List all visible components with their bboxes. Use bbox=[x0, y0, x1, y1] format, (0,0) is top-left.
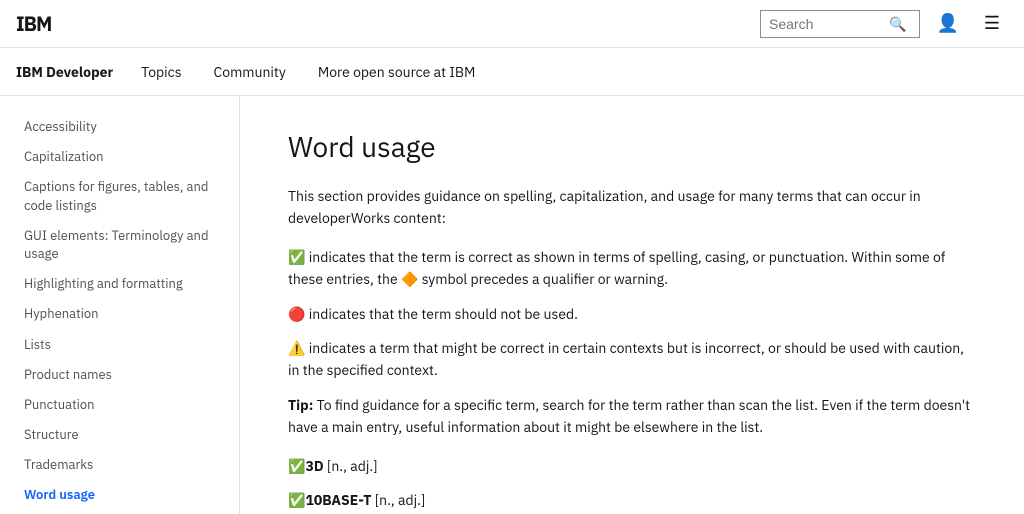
nav-item-opensource[interactable]: More open source at IBM bbox=[314, 63, 480, 81]
sidebar-item-lists[interactable]: Lists bbox=[0, 330, 239, 360]
user-icon-button[interactable]: 👤 bbox=[932, 8, 964, 40]
legend-item-red: 🔴 indicates that the term should not be … bbox=[288, 303, 976, 325]
legend-red-text: indicates that the term should not be us… bbox=[309, 305, 578, 323]
red-icon: 🔴 bbox=[288, 305, 305, 323]
menu-icon-button[interactable]: ☰ bbox=[976, 8, 1008, 40]
sidebar-item-trademarks[interactable]: Trademarks bbox=[0, 450, 239, 480]
entry-10baset: ✅10BASE-T [n., adj.] Use a hyphen when a… bbox=[288, 489, 976, 514]
entry-check-icon-2: ✅ bbox=[288, 491, 305, 509]
legend-warn-text: indicates a term that might be correct i… bbox=[288, 339, 964, 379]
warn-icon: ⚠️ bbox=[288, 339, 305, 357]
sidebar-item-word-usage[interactable]: Word usage bbox=[0, 480, 239, 510]
tip-block: Tip: To find guidance for a specific ter… bbox=[288, 394, 976, 439]
hamburger-icon: ☰ bbox=[984, 13, 1000, 34]
search-icon: 🔍 bbox=[889, 15, 906, 33]
nav-item-topics[interactable]: Topics bbox=[137, 63, 185, 81]
legend-item-check: ✅ indicates that the term is correct as … bbox=[288, 246, 976, 291]
sidebar-item-resources[interactable]: Resources bbox=[0, 511, 239, 514]
legend-item-warn: ⚠️ indicates a term that might be correc… bbox=[288, 337, 976, 382]
sidebar: Accessibility Capitalization Captions fo… bbox=[0, 96, 240, 514]
sidebar-item-captions[interactable]: Captions for figures, tables, and code l… bbox=[0, 172, 239, 220]
search-input[interactable] bbox=[769, 16, 889, 32]
top-bar-left: IBM bbox=[16, 10, 63, 37]
sidebar-item-gui[interactable]: GUI elements: Terminology and usage bbox=[0, 221, 239, 269]
intro-text: This section provides guidance on spelli… bbox=[288, 185, 976, 230]
entry-descriptor-10baset: [n., adj.] bbox=[375, 491, 426, 509]
sidebar-item-structure[interactable]: Structure bbox=[0, 420, 239, 450]
entry-descriptor-3d: [n., adj.] bbox=[327, 457, 378, 475]
nav-item-community[interactable]: Community bbox=[210, 63, 290, 81]
entry-3d: ✅3D [n., adj.] bbox=[288, 455, 976, 477]
main-content: Word usage This section provides guidanc… bbox=[240, 96, 1024, 514]
nav-bar: IBM Developer Topics Community More open… bbox=[0, 48, 1024, 96]
entry-term-3d: 3D bbox=[305, 457, 323, 475]
sidebar-item-punctuation[interactable]: Punctuation bbox=[0, 390, 239, 420]
sidebar-item-accessibility[interactable]: Accessibility bbox=[0, 112, 239, 142]
ibm-logo: IBM bbox=[16, 10, 51, 37]
check-icon: ✅ bbox=[288, 248, 305, 266]
top-bar-right: 🔍 👤 ☰ bbox=[760, 8, 1008, 40]
nav-brand[interactable]: IBM Developer bbox=[16, 63, 113, 81]
page-title: Word usage bbox=[288, 128, 976, 165]
sidebar-item-highlighting[interactable]: Highlighting and formatting bbox=[0, 269, 239, 299]
entry-check-icon: ✅ bbox=[288, 457, 305, 475]
top-bar: IBM 🔍 👤 ☰ bbox=[0, 0, 1024, 48]
qualifier-icon: 🔶 bbox=[401, 270, 418, 288]
legend-check-text2: symbol precedes a qualifier or warning. bbox=[418, 270, 668, 288]
layout: Accessibility Capitalization Captions fo… bbox=[0, 96, 1024, 514]
tip-text: To find guidance for a specific term, se… bbox=[288, 396, 970, 436]
tip-label: Tip: bbox=[288, 396, 313, 414]
user-icon: 👤 bbox=[937, 13, 959, 34]
sidebar-item-hyphenation[interactable]: Hyphenation bbox=[0, 299, 239, 329]
entry-term-10baset: 10BASE-T bbox=[305, 491, 371, 509]
sidebar-item-product-names[interactable]: Product names bbox=[0, 360, 239, 390]
sidebar-item-capitalization[interactable]: Capitalization bbox=[0, 142, 239, 172]
search-box[interactable]: 🔍 bbox=[760, 10, 920, 38]
